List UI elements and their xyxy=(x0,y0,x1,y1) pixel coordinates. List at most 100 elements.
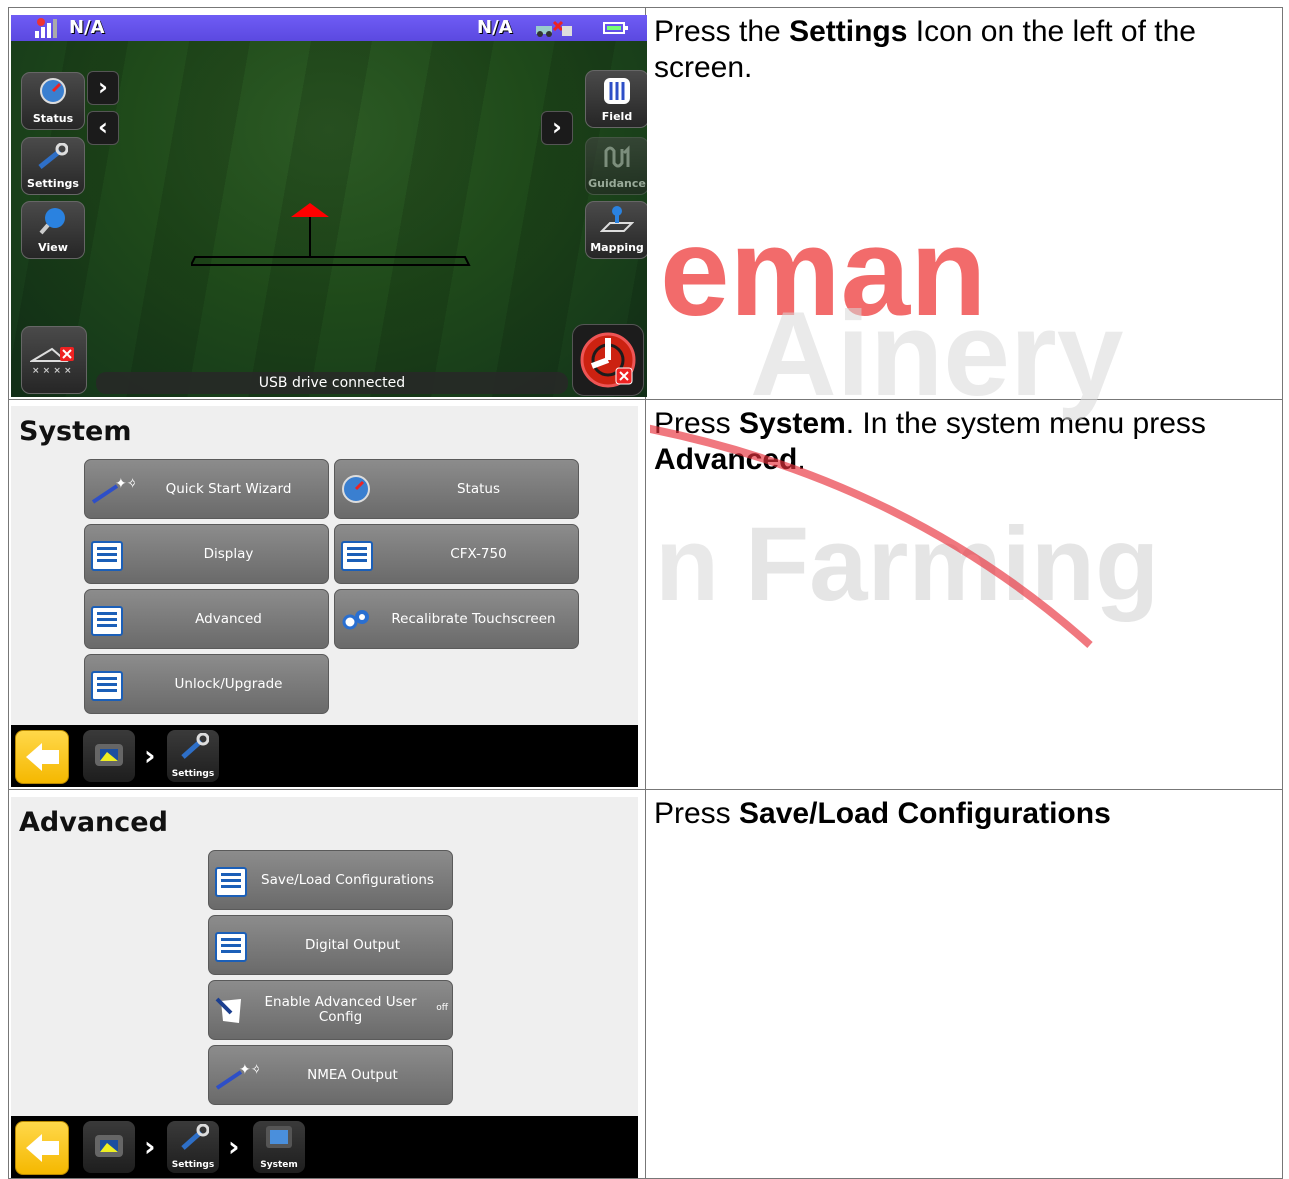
wand-icon: ✦✧ xyxy=(91,476,135,504)
instruction-cell-1: Press the Settings Icon on the left of t… xyxy=(645,7,1283,400)
gauge-icon xyxy=(342,475,370,503)
note-pen-icon xyxy=(215,997,241,1023)
list-icon xyxy=(341,541,373,571)
back-button[interactable] xyxy=(15,1121,69,1175)
wrench-icon xyxy=(181,733,209,759)
guidance-screen: N/A N/A Status Settings View › ‹ › Field… xyxy=(11,15,647,397)
home-screen-icon xyxy=(95,1135,123,1157)
view-button[interactable]: View xyxy=(21,201,85,259)
instruction-cell-2: Press System. In the system menu press A… xyxy=(645,399,1283,790)
status-label: Status xyxy=(456,480,501,497)
gears-icon xyxy=(342,610,369,630)
gauge-icon xyxy=(40,78,66,104)
enable-advanced-user-config-label: Enable Advanced User Config xyxy=(264,994,417,1025)
nmea-output-button[interactable]: ✦✧ NMEA Output xyxy=(208,1045,453,1105)
advanced-screen: Advanced Save/Load Configurations Digita… xyxy=(11,797,638,1178)
breadcrumb-bar: › Settings › System xyxy=(11,1116,638,1178)
system-screen: System ✦✧ Quick Start Wizard Status Disp… xyxy=(11,406,638,787)
home-button[interactable] xyxy=(83,730,135,782)
display-unit-icon xyxy=(266,1126,292,1148)
field-button-label: Field xyxy=(601,110,633,123)
digital-output-button[interactable]: Digital Output xyxy=(208,915,453,975)
status-button[interactable]: Status xyxy=(334,459,579,519)
instruction-table: N/A N/A Status Settings View › ‹ › Field… xyxy=(8,7,1283,1179)
breadcrumb-settings-label: Settings xyxy=(171,1160,215,1170)
settings-button[interactable]: Settings xyxy=(21,137,85,195)
steering-wheel-icon xyxy=(580,332,636,388)
list-icon xyxy=(215,867,247,897)
autosteer-button[interactable] xyxy=(572,324,644,396)
position-status: N/A xyxy=(69,17,105,38)
advanced-button[interactable]: Advanced xyxy=(84,589,329,649)
screenshot-cell-1: N/A N/A Status Settings View › ‹ › Field… xyxy=(8,7,647,400)
chevron-right-icon: › xyxy=(228,1130,240,1163)
status-button[interactable]: Status xyxy=(21,72,85,130)
digital-output-label: Digital Output xyxy=(305,936,400,953)
instruction-3: Press Save/Load Configurations xyxy=(654,797,1111,830)
field-button[interactable]: Field xyxy=(585,70,647,128)
instruction-cell-3: Press Save/Load Configurations xyxy=(645,789,1283,1179)
save-load-configurations-label: Save/Load Configurations xyxy=(261,871,434,888)
panel-right-arrow[interactable]: › xyxy=(541,111,573,145)
instruction-1-keyword: Settings xyxy=(789,15,908,48)
display-button[interactable]: Display xyxy=(84,524,329,584)
recalibrate-touchscreen-label: Recalibrate Touchscreen xyxy=(391,610,556,627)
settings-button-label: Settings xyxy=(27,177,79,190)
unlock-upgrade-button[interactable]: Unlock/Upgrade xyxy=(84,654,329,714)
cfx750-label: CFX-750 xyxy=(450,545,507,562)
breadcrumb-system-label: System xyxy=(260,1160,298,1170)
status-message: USB drive connected xyxy=(96,372,568,394)
mapping-button[interactable]: Mapping xyxy=(585,201,647,259)
instruction-2: Press System. In the system menu press A… xyxy=(654,407,1206,476)
svg-text:× × × ×: × × × × xyxy=(32,366,72,376)
mapping-button-label: Mapping xyxy=(590,241,644,254)
save-load-configurations-button[interactable]: Save/Load Configurations xyxy=(208,850,453,910)
implement-status-button[interactable]: × × × × xyxy=(21,326,87,394)
quick-start-wizard-button[interactable]: ✦✧ Quick Start Wizard xyxy=(84,459,329,519)
status-bar: N/A N/A xyxy=(11,15,647,41)
view-button-label: View xyxy=(38,241,68,254)
screen-title: Advanced xyxy=(19,807,168,838)
breadcrumb-bar: › Settings xyxy=(11,725,638,787)
wand-icon: ✦✧ xyxy=(215,1062,259,1090)
quick-start-wizard-label: Quick Start Wizard xyxy=(165,480,292,497)
wrench-icon xyxy=(38,143,68,169)
advanced-label: Advanced xyxy=(195,610,262,627)
home-button[interactable] xyxy=(83,1121,135,1173)
guidance-button[interactable]: Guidance xyxy=(585,137,647,195)
vehicle-implement-graphic xyxy=(191,203,471,266)
instruction-1: Press the Settings Icon on the left of t… xyxy=(654,15,1196,84)
list-icon xyxy=(91,606,123,636)
unlock-upgrade-label: Unlock/Upgrade xyxy=(174,675,283,692)
list-icon xyxy=(91,671,123,701)
display-label: Display xyxy=(203,545,254,562)
nmea-output-label: NMEA Output xyxy=(307,1066,398,1083)
screenshot-cell-3: Advanced Save/Load Configurations Digita… xyxy=(8,789,646,1179)
guidance-icon xyxy=(604,145,630,168)
list-icon xyxy=(91,541,123,571)
mapping-icon xyxy=(600,206,634,232)
enable-advanced-user-config-button[interactable]: Enable Advanced User Config off xyxy=(208,980,453,1040)
battery-icon xyxy=(603,22,628,34)
breadcrumb-settings[interactable]: Settings xyxy=(167,1121,219,1173)
breadcrumb-settings-label: Settings xyxy=(171,769,215,779)
screenshot-cell-2: System ✦✧ Quick Start Wizard Status Disp… xyxy=(8,399,646,790)
guidance-button-label: Guidance xyxy=(588,177,646,190)
field-icon xyxy=(604,78,630,104)
zoom-out-arrow[interactable]: ‹ xyxy=(87,111,119,145)
list-icon xyxy=(215,932,247,962)
implement-off-icon: × × × × xyxy=(30,347,74,376)
vehicle-status-icon xyxy=(536,20,572,37)
cfx750-button[interactable]: CFX-750 xyxy=(334,524,579,584)
svg-text:✦✧: ✦✧ xyxy=(115,476,135,492)
chevron-right-icon: › xyxy=(144,739,156,772)
svg-text:✦✧: ✦✧ xyxy=(239,1062,259,1078)
recalibrate-touchscreen-button[interactable]: Recalibrate Touchscreen xyxy=(334,589,579,649)
zoom-in-arrow[interactable]: › xyxy=(87,71,119,105)
home-screen-icon xyxy=(95,744,123,766)
toggle-state: off xyxy=(436,1003,448,1013)
breadcrumb-settings[interactable]: Settings xyxy=(167,730,219,782)
gps-signal-icon xyxy=(35,18,57,38)
back-button[interactable] xyxy=(15,730,69,784)
breadcrumb-system[interactable]: System xyxy=(253,1121,305,1173)
